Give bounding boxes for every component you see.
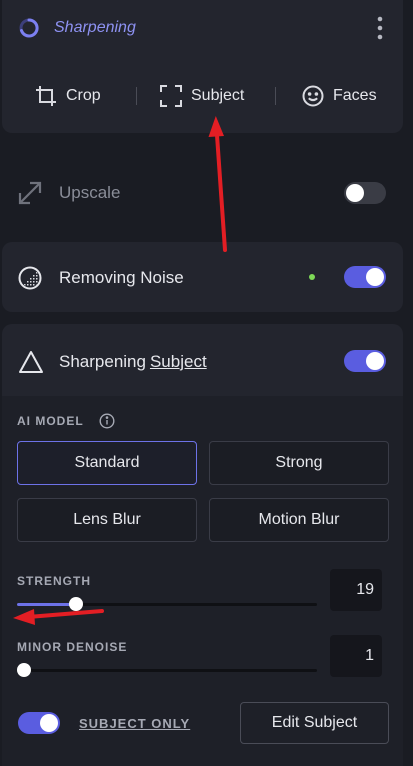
ai-model-label: AI MODEL: [17, 414, 84, 428]
upscale-toggle[interactable]: [344, 182, 386, 204]
smiley-face-icon: [302, 85, 324, 107]
sharpening-toggle[interactable]: [344, 350, 386, 372]
model-lens-blur-button[interactable]: Lens Blur: [17, 498, 197, 542]
toggle-knob: [366, 268, 384, 286]
strength-label: STRENGTH: [17, 574, 91, 588]
focus-frame-icon: [160, 85, 182, 107]
subject-only-label[interactable]: SUBJECT ONLY: [79, 716, 190, 731]
ai-model-header: AI MODEL: [17, 412, 115, 430]
more-vertical-icon[interactable]: [376, 15, 384, 41]
model-standard-button[interactable]: Standard: [17, 441, 197, 485]
minor-denoise-label: MINOR DENOISE: [17, 640, 128, 654]
minor-denoise-slider[interactable]: [17, 663, 317, 677]
tab-crop[interactable]: Crop: [35, 84, 101, 108]
sharpening-subject-link[interactable]: Subject: [150, 352, 207, 372]
header-row: Sharpening: [18, 16, 136, 40]
tab-faces-label: Faces: [333, 87, 377, 104]
crop-icon: [35, 85, 57, 107]
toggle-knob: [346, 184, 364, 202]
removing-noise-label: Removing Noise: [59, 268, 184, 287]
info-icon[interactable]: [99, 413, 115, 429]
expand-arrows-icon: [17, 180, 43, 206]
sharpening-label: Sharpening: [59, 352, 146, 371]
minor-denoise-slider-thumb[interactable]: [17, 663, 31, 677]
sharpening-settings: AI MODEL Standard Strong Lens Blur Motio…: [2, 396, 403, 766]
sharpening-row[interactable]: Sharpening Subject: [18, 349, 207, 375]
upscale-label: Upscale: [59, 183, 121, 202]
annotation-arrow-up: [208, 116, 227, 252]
noise-grain-icon: [18, 266, 42, 290]
triangle-icon: [18, 350, 44, 374]
tab-subject[interactable]: Subject: [160, 84, 244, 108]
sharpening-subject-card: Sharpening Subject AI MODEL Standard Str…: [2, 324, 403, 766]
edit-subject-button[interactable]: Edit Subject: [240, 702, 389, 744]
strength-slider[interactable]: [17, 597, 317, 611]
strength-slider-thumb[interactable]: [69, 597, 83, 611]
tab-subject-label: Subject: [191, 87, 245, 104]
removing-noise-toggle[interactable]: [344, 266, 386, 288]
removing-noise-card: Removing Noise: [2, 242, 403, 312]
removing-noise-row[interactable]: Removing Noise: [18, 265, 184, 291]
sharpening-header-card: Sharpening Crop Subject Faces: [2, 0, 403, 133]
model-motion-blur-button[interactable]: Motion Blur: [209, 498, 389, 542]
tab-faces[interactable]: Faces: [302, 84, 377, 108]
toggle-knob: [366, 352, 384, 370]
tab-divider: [275, 87, 276, 105]
spinner-icon: [18, 17, 40, 39]
model-strong-button[interactable]: Strong: [209, 441, 389, 485]
strength-value[interactable]: 19: [330, 569, 382, 611]
toggle-knob: [40, 714, 58, 732]
panel-title: Sharpening: [54, 19, 136, 36]
minor-denoise-value[interactable]: 1: [330, 635, 382, 677]
tab-divider: [136, 87, 137, 105]
status-dot: [309, 274, 315, 280]
subject-only-toggle[interactable]: [18, 712, 60, 734]
strength-slider-fill: [17, 603, 76, 606]
tab-crop-label: Crop: [66, 87, 101, 104]
upscale-row[interactable]: Upscale: [17, 180, 120, 206]
